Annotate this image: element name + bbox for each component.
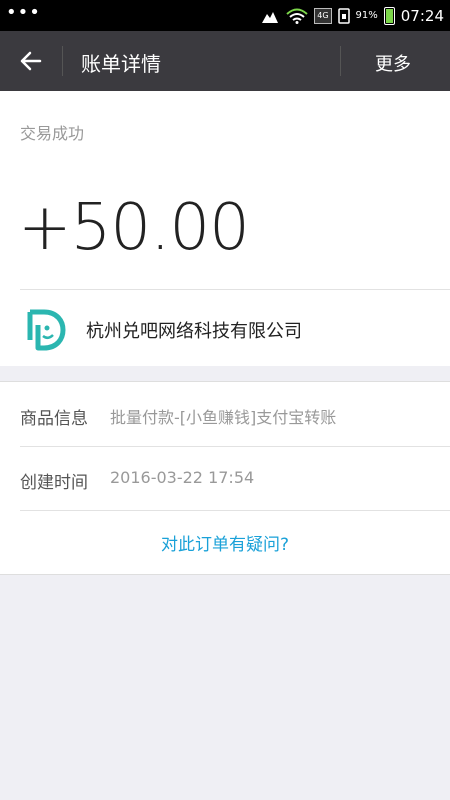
detail-label: 创建时间 bbox=[20, 473, 88, 493]
header-divider bbox=[62, 46, 63, 76]
more-button[interactable]: 更多 bbox=[375, 50, 411, 76]
detail-value: 批量付款-[小鱼赚钱]支付宝转账 bbox=[110, 408, 337, 427]
merchant-logo-icon bbox=[27, 309, 66, 351]
detail-row-created-time: 创建时间 2016-03-22 17:54 bbox=[0, 446, 450, 510]
divider bbox=[20, 289, 450, 290]
transaction-status: 交易成功 bbox=[20, 124, 85, 143]
wifi-icon bbox=[286, 8, 308, 24]
notification-dots-icon: ••• bbox=[6, 2, 41, 23]
cloud-person-icon bbox=[262, 11, 279, 23]
detail-label: 商品信息 bbox=[20, 409, 88, 429]
sim-icon bbox=[337, 7, 350, 24]
divider bbox=[20, 510, 450, 511]
signal-icon: 4G bbox=[314, 7, 332, 24]
status-bar: ••• 4G 91% 07:24 bbox=[0, 0, 450, 31]
app-header: 账单详情 更多 bbox=[0, 31, 450, 91]
clock: 07:24 bbox=[400, 6, 444, 25]
header-divider bbox=[340, 46, 341, 76]
transaction-amount: +50.00 bbox=[18, 191, 250, 265]
back-arrow-icon[interactable] bbox=[14, 44, 48, 78]
page-title: 账单详情 bbox=[81, 52, 161, 76]
merchant-name: 杭州兑吧网络科技有限公司 bbox=[86, 321, 302, 342]
transaction-summary-card: 交易成功 +50.00 杭州兑吧网络科技有限公司 bbox=[0, 91, 450, 366]
battery-icon bbox=[383, 6, 395, 25]
battery-percent: 91% bbox=[355, 10, 378, 21]
order-query-link[interactable]: 对此订单有疑问? bbox=[0, 530, 450, 555]
detail-row-product: 商品信息 批量付款-[小鱼赚钱]支付宝转账 bbox=[0, 382, 450, 446]
transaction-details-card: 商品信息 批量付款-[小鱼赚钱]支付宝转账 创建时间 2016-03-22 17… bbox=[0, 381, 450, 575]
detail-value: 2016-03-22 17:54 bbox=[110, 468, 255, 487]
